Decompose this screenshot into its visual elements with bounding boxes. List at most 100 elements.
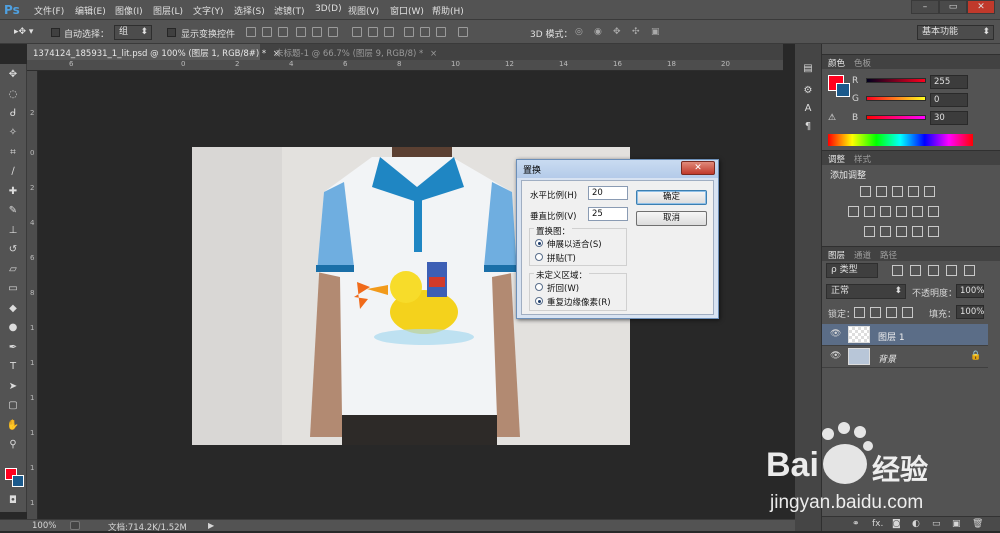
lock-pixels-icon[interactable]	[870, 307, 881, 318]
background-color-swatch[interactable]	[12, 475, 24, 487]
r-value-field[interactable]: 255	[930, 75, 968, 89]
roll-3d-icon[interactable]: ◉	[594, 27, 602, 37]
menu-filter[interactable]: 滤镜(T)	[274, 4, 305, 17]
align-right-icon[interactable]	[328, 27, 338, 37]
align-hcenter-icon[interactable]	[312, 27, 322, 37]
close-button[interactable]: ✕	[967, 0, 995, 14]
minimize-button[interactable]: –	[911, 0, 939, 14]
distribute-bottom-icon[interactable]	[384, 27, 394, 37]
eye-icon[interactable]: 👁	[830, 329, 841, 339]
dodge-tool-icon[interactable]: ●	[6, 321, 20, 334]
layer-row[interactable]: 👁 图层 1	[822, 324, 988, 346]
exposure-icon[interactable]	[908, 186, 919, 197]
gradient-map-icon[interactable]	[912, 226, 923, 237]
zoom-level[interactable]: 100%	[32, 521, 56, 531]
opacity-field[interactable]: 100%	[956, 284, 984, 298]
posterize-icon[interactable]	[880, 226, 891, 237]
black-white-icon[interactable]	[880, 206, 891, 217]
adjustment-icon[interactable]: ◐	[912, 519, 920, 529]
new-layer-icon[interactable]: ▣	[952, 519, 961, 529]
menu-image[interactable]: 图像(I)	[115, 4, 143, 17]
layer-name[interactable]: 背景	[878, 352, 896, 365]
filter-type-icon[interactable]	[928, 265, 939, 276]
photo-filter-icon[interactable]	[896, 206, 907, 217]
repeat-edge-label[interactable]: 重复边缘像素(R)	[547, 296, 611, 308]
distribute-top-icon[interactable]	[352, 27, 362, 37]
dialog-title-bar[interactable]: 置换 ✕	[517, 160, 718, 178]
hue-saturation-icon[interactable]	[848, 206, 859, 217]
path-select-tool-icon[interactable]: ➤	[6, 380, 20, 393]
background-color-swatch[interactable]	[836, 83, 850, 97]
align-vcenter-icon[interactable]	[262, 27, 272, 37]
warning-icon[interactable]: ⚠	[828, 113, 836, 123]
wrap-around-radio[interactable]	[535, 283, 543, 291]
properties-panel-icon[interactable]: ⚙	[801, 84, 815, 97]
auto-align-icon[interactable]	[458, 27, 468, 37]
tab-paths[interactable]: 路径	[880, 249, 897, 261]
layer-filter-dropdown[interactable]: ρ 类型	[826, 263, 878, 278]
history-panel-icon[interactable]: ▤	[801, 62, 815, 75]
lock-all-icon[interactable]	[902, 307, 913, 318]
zoom-tool-icon[interactable]: ⚲	[6, 438, 20, 451]
pen-tool-icon[interactable]: ✒	[6, 341, 20, 354]
eyedropper-tool-icon[interactable]: ∕	[6, 165, 20, 178]
menu-edit[interactable]: 编辑(E)	[75, 4, 106, 17]
tab-document-1[interactable]: 1374124_185931_1_lit.psd @ 100% (图层 1, R…	[27, 44, 280, 60]
tab-adjustments[interactable]: 调整	[828, 153, 845, 165]
lasso-tool-icon[interactable]: ᑯ	[6, 107, 20, 120]
history-brush-tool-icon[interactable]: ↺	[6, 243, 20, 256]
distribute-vcenter-icon[interactable]	[368, 27, 378, 37]
fx-icon[interactable]: fx.	[872, 519, 883, 529]
g-slider[interactable]	[866, 96, 926, 101]
menu-help[interactable]: 帮助(H)	[432, 4, 464, 17]
distribute-hcenter-icon[interactable]	[420, 27, 430, 37]
r-slider[interactable]	[866, 78, 926, 83]
b-slider[interactable]	[866, 115, 926, 120]
color-spectrum[interactable]	[828, 134, 973, 146]
filter-adjustment-icon[interactable]	[910, 265, 921, 276]
move-tool-icon[interactable]: ✥	[6, 68, 20, 81]
close-icon[interactable]: ×	[430, 49, 437, 59]
auto-select-dropdown[interactable]: 组 ⬍	[114, 25, 152, 40]
distribute-left-icon[interactable]	[404, 27, 414, 37]
hand-tool-icon[interactable]: ✋	[6, 419, 20, 432]
curves-icon[interactable]	[892, 186, 903, 197]
color-balance-icon[interactable]	[864, 206, 875, 217]
stretch-to-fit-radio[interactable]	[535, 239, 543, 247]
dialog-close-button[interactable]: ✕	[681, 161, 715, 175]
filter-shape-icon[interactable]	[946, 265, 957, 276]
cancel-button[interactable]: 取消	[636, 211, 707, 226]
maximize-button[interactable]: ▭	[939, 0, 967, 14]
stamp-tool-icon[interactable]: ⊥	[6, 224, 20, 237]
tab-channels[interactable]: 通道	[854, 249, 871, 261]
mask-icon[interactable]: ◙	[892, 519, 901, 529]
brightness-contrast-icon[interactable]	[860, 186, 871, 197]
tab-color[interactable]: 颜色	[828, 57, 845, 69]
layer-name[interactable]: 图层 1	[878, 330, 905, 343]
align-bottom-icon[interactable]	[278, 27, 288, 37]
levels-icon[interactable]	[876, 186, 887, 197]
eraser-tool-icon[interactable]: ▱	[6, 263, 20, 276]
menu-view[interactable]: 视图(V)	[348, 4, 379, 17]
selective-color-icon[interactable]	[928, 226, 939, 237]
menu-layer[interactable]: 图层(L)	[153, 4, 183, 17]
g-value-field[interactable]: 0	[930, 93, 968, 107]
shape-tool-icon[interactable]: ▢	[6, 399, 20, 412]
align-top-icon[interactable]	[246, 27, 256, 37]
blur-tool-icon[interactable]: ◆	[6, 302, 20, 315]
h-scale-input[interactable]: 20	[588, 186, 628, 200]
threshold-icon[interactable]	[896, 226, 907, 237]
show-transform-checkbox[interactable]	[167, 28, 176, 37]
menu-window[interactable]: 窗口(W)	[390, 4, 424, 17]
tile-label[interactable]: 拼贴(T)	[547, 252, 576, 264]
menu-type[interactable]: 文字(Y)	[193, 4, 224, 17]
stretch-to-fit-label[interactable]: 伸展以适合(S)	[547, 238, 602, 250]
marquee-tool-icon[interactable]: ◌	[6, 88, 20, 101]
status-menu-arrow[interactable]: ▶	[208, 521, 214, 530]
quick-mask-icon[interactable]: ◘	[6, 494, 20, 507]
blend-mode-dropdown[interactable]: 正常 ⬍	[826, 284, 906, 299]
drag-3d-icon[interactable]: ✥	[613, 27, 621, 37]
share-icon[interactable]	[70, 521, 80, 530]
b-value-field[interactable]: 30	[930, 111, 968, 125]
lock-transparent-icon[interactable]	[854, 307, 865, 318]
